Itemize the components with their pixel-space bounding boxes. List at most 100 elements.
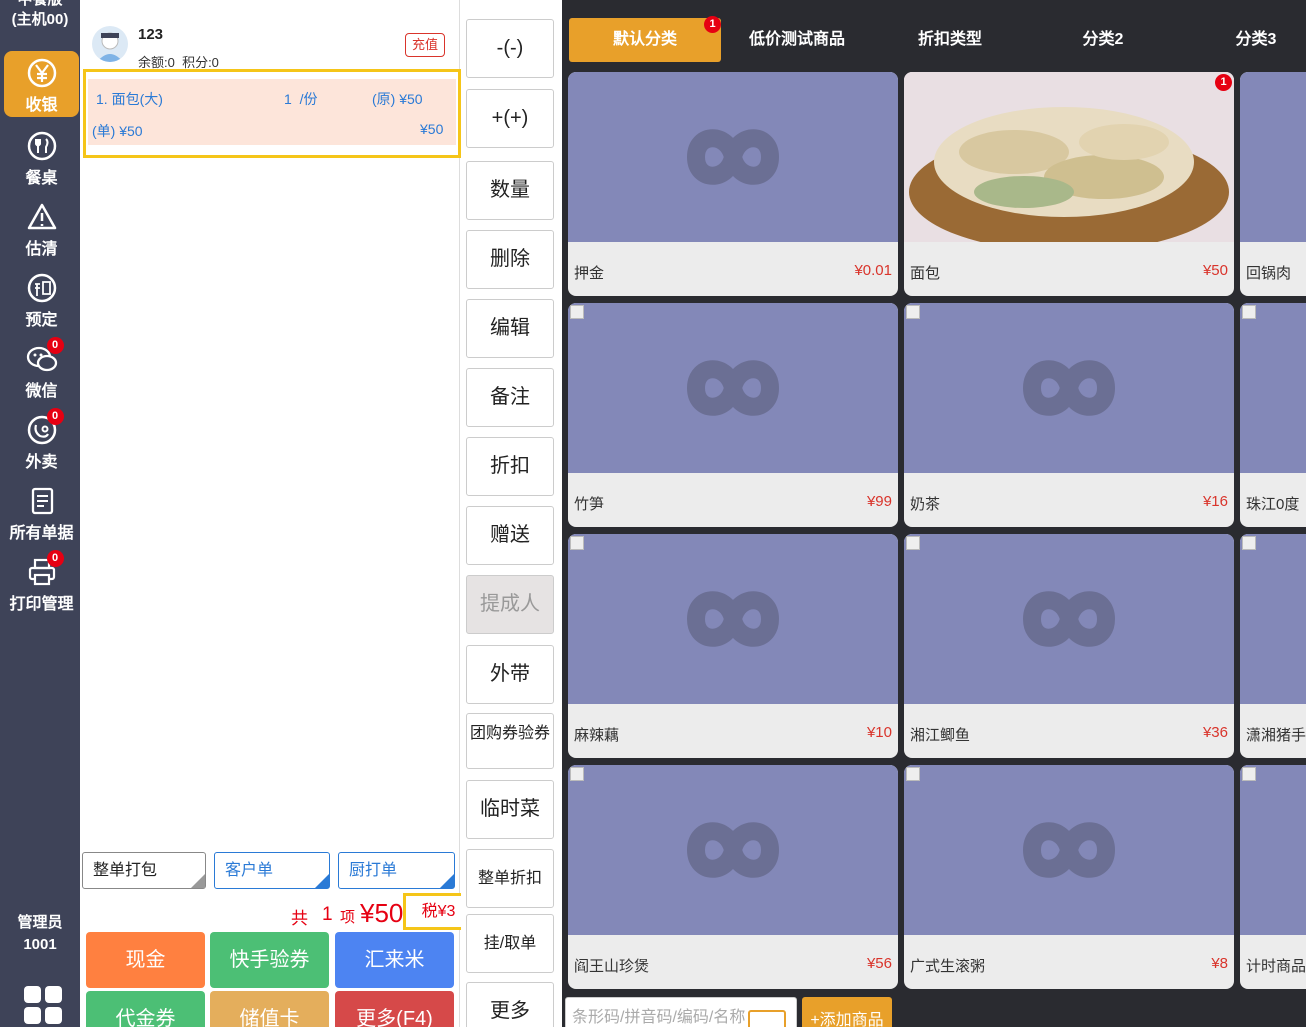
- nav-item-wechat[interactable]: 0 微信: [4, 337, 79, 403]
- product-area: 默认分类 1 低价测试商品 折扣类型 分类2 分类3 押金 ¥0.01 面包 ¥50 1…: [562, 0, 1306, 1027]
- whole-pack-option[interactable]: 整单打包: [82, 852, 206, 889]
- broken-image-icon: [906, 305, 920, 319]
- user-info: 管理员 1001: [0, 912, 80, 956]
- product-card[interactable]: 竹笋 ¥99: [568, 303, 898, 527]
- broken-image-icon: [1242, 536, 1256, 550]
- nav-item-cashier[interactable]: 收银: [4, 51, 79, 117]
- broken-image-icon: [570, 305, 584, 319]
- nav-item-reserve[interactable]: 预定: [4, 266, 79, 332]
- line-unit-price: (单) ¥50: [92, 123, 143, 139]
- product-price: ¥8: [1211, 955, 1228, 972]
- member-name: 123: [138, 26, 164, 43]
- product-price: ¥50: [1202, 262, 1228, 279]
- product-placeholder-image: [904, 534, 1234, 704]
- pay-stored-card-button[interactable]: 储值卡: [210, 991, 329, 1027]
- product-name: 竹笋: [574, 496, 605, 513]
- product-card[interactable]: 潇湘猪手: [1240, 534, 1306, 758]
- group-coupon-button[interactable]: 团购券验券: [466, 713, 554, 769]
- pay-voucher-button[interactable]: 代金券: [86, 991, 205, 1027]
- line-orig-price: (原) ¥50: [372, 91, 423, 107]
- nav-item-estimate[interactable]: 估清: [4, 195, 79, 261]
- tab-default[interactable]: 默认分类 1: [569, 16, 721, 62]
- tab-category-2[interactable]: 分类2: [1028, 18, 1178, 62]
- product-card[interactable]: 阎王山珍煲 ¥56: [568, 765, 898, 989]
- nav-item-print[interactable]: 0 打印管理: [4, 550, 79, 616]
- nav-item-delivery[interactable]: 0 外卖: [4, 408, 79, 474]
- product-placeholder-image: [904, 765, 1234, 935]
- product-card[interactable]: 押金 ¥0.01: [568, 72, 898, 296]
- fork-knife-icon: [27, 131, 56, 161]
- product-card[interactable]: 计时商品: [1240, 765, 1306, 989]
- product-placeholder-image: [568, 303, 898, 473]
- nav-label: 预定: [25, 312, 58, 329]
- delete-button[interactable]: 删除: [466, 230, 554, 289]
- reserve-icon: [27, 273, 56, 303]
- gift-button[interactable]: 赠送: [466, 506, 554, 565]
- product-card[interactable]: 珠江0度: [1240, 303, 1306, 527]
- quantity-button[interactable]: 数量: [466, 161, 554, 220]
- temp-dish-button[interactable]: 临时菜: [466, 780, 554, 839]
- keyboard-icon[interactable]: [748, 1010, 786, 1027]
- product-card[interactable]: 广式生滚粥 ¥8: [904, 765, 1234, 989]
- order-panel: 123 余额:0 积分:0 充值 1. 面包(大) 1 /份 (原) ¥50 (…: [80, 0, 474, 1027]
- takeaway-button[interactable]: 外带: [466, 645, 554, 704]
- product-name: 广式生滚粥: [910, 958, 986, 975]
- broken-image-icon: [906, 536, 920, 550]
- product-name: 回锅肉: [1246, 265, 1292, 282]
- product-price: ¥0.01: [854, 262, 892, 279]
- pay-huilaimi-button[interactable]: 汇来米: [335, 932, 454, 988]
- increase-button[interactable]: +(+): [466, 89, 554, 148]
- apps-grid-icon[interactable]: [24, 986, 62, 1027]
- product-price: ¥16: [1202, 493, 1228, 510]
- broken-image-icon: [1242, 767, 1256, 781]
- product-card[interactable]: 麻辣藕 ¥10: [568, 534, 898, 758]
- order-line-item[interactable]: 1. 面包(大) 1 /份 (原) ¥50 (单) ¥50 ¥50: [83, 69, 461, 158]
- nav-label: 打印管理: [9, 596, 74, 613]
- category-tabs: 默认分类 1 低价测试商品 折扣类型 分类2 分类3: [562, 0, 1306, 75]
- remark-button[interactable]: 备注: [466, 368, 554, 427]
- product-name: 潇湘猪手: [1246, 727, 1306, 744]
- left-nav: 中餐版 (主机00) 收银 餐桌 估清 预定 0 微信 0 外卖 所有单据: [0, 0, 80, 1027]
- product-card[interactable]: 回锅肉: [1240, 72, 1306, 296]
- product-placeholder-image: [568, 72, 898, 242]
- total-amount: ¥50: [360, 898, 404, 928]
- customer-bill-option[interactable]: 客户单: [214, 852, 330, 889]
- product-name: 湘江鲫鱼: [910, 727, 971, 744]
- whole-discount-button[interactable]: 整单折扣: [466, 849, 554, 908]
- tab-badge: 1: [704, 16, 721, 33]
- tab-discount-type[interactable]: 折扣类型: [875, 18, 1025, 62]
- product-price: ¥99: [866, 493, 892, 510]
- pay-more-button[interactable]: 更多(F4): [335, 991, 454, 1027]
- decrease-button[interactable]: -(-): [466, 19, 554, 78]
- hold-retrieve-button[interactable]: 挂/取单: [466, 914, 554, 973]
- user-id: 1001: [23, 936, 57, 953]
- line-name: 1. 面包(大): [96, 91, 163, 107]
- nav-label: 外卖: [25, 454, 58, 471]
- warning-icon: [27, 203, 56, 230]
- edit-button[interactable]: 编辑: [466, 299, 554, 358]
- product-name: 计时商品: [1246, 958, 1306, 975]
- broken-image-icon: [1242, 305, 1256, 319]
- product-card[interactable]: 面包 ¥50 1: [904, 72, 1234, 296]
- discount-button[interactable]: 折扣: [466, 437, 554, 496]
- product-name: 押金: [574, 265, 605, 282]
- product-name: 阎王山珍煲: [574, 958, 650, 975]
- add-product-button[interactable]: +添加商品: [802, 997, 892, 1027]
- search-input[interactable]: 条形码/拼音码/编码/名称: [565, 997, 797, 1027]
- pay-cash-button[interactable]: 现金: [86, 932, 205, 988]
- nav-item-tables[interactable]: 餐桌: [4, 124, 79, 190]
- line-qty: 1 /份: [284, 91, 318, 107]
- nav-item-all-orders[interactable]: 所有单据: [4, 479, 79, 545]
- kitchen-print-option[interactable]: 厨打单: [338, 852, 455, 889]
- more-actions-button[interactable]: 更多: [466, 982, 554, 1027]
- nav-label: 所有单据: [9, 525, 74, 542]
- tab-low-price[interactable]: 低价测试商品: [722, 18, 872, 62]
- pay-kuaishou-button[interactable]: 快手验券: [210, 932, 329, 988]
- commission-button[interactable]: 提成人: [466, 575, 554, 634]
- product-placeholder-image: [904, 303, 1234, 473]
- recharge-button[interactable]: 充值: [405, 33, 445, 57]
- tab-category-3[interactable]: 分类3: [1181, 18, 1306, 62]
- product-card[interactable]: 奶茶 ¥16: [904, 303, 1234, 527]
- product-placeholder-image: [1240, 765, 1306, 935]
- product-card[interactable]: 湘江鲫鱼 ¥36: [904, 534, 1234, 758]
